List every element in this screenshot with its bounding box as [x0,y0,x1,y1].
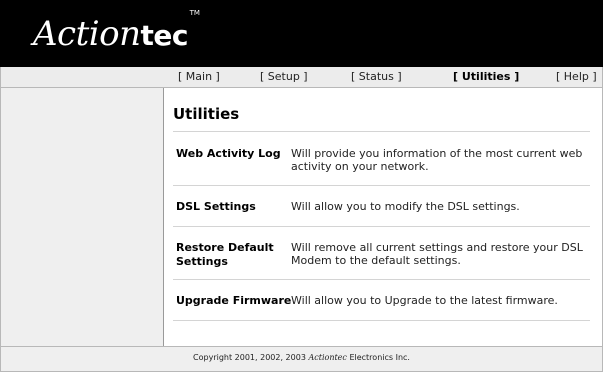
divider [173,131,590,132]
copyright-prefix: Copyright 2001, 2002, 2003 [193,353,309,362]
divider [173,226,590,227]
logo-script-text: Action [33,14,141,54]
restore-default-settings-link[interactable]: Restore Default Settings [176,241,288,269]
dsl-settings-link[interactable]: DSL Settings [176,200,288,214]
divider [173,279,590,280]
copyright-text: Copyright 2001, 2002, 2003 Actiontec Ele… [1,353,602,362]
actiontec-logo: Actiontec TM [33,9,200,54]
web-activity-log-description: Will provide you information of the most… [291,147,583,173]
copyright-brand: Actiontec [308,353,347,362]
restore-default-settings-description: Will remove all current settings and res… [291,241,583,267]
dsl-settings-description: Will allow you to modify the DSL setting… [291,200,520,213]
web-activity-log-link[interactable]: Web Activity Log [176,147,288,161]
upgrade-firmware-description: Will allow you to Upgrade to the latest … [291,294,558,307]
nav-setup-link[interactable]: [ Setup ] [260,70,308,83]
nav-status-link[interactable]: [ Status ] [351,70,402,83]
divider [173,185,590,186]
footer: Copyright 2001, 2002, 2003 Actiontec Ele… [0,346,603,372]
main-content: Utilities Web Activity Log Will provide … [163,88,601,346]
logo-trademark: TM [189,9,200,17]
left-sidebar [0,88,164,346]
upgrade-firmware-link[interactable]: Upgrade Firmware [176,294,296,308]
nav-help-link[interactable]: [ Help ] [556,70,597,83]
header-bar: Actiontec TM [0,0,603,67]
page-title: Utilities [173,105,240,123]
top-nav: [ Main ] [ Setup ] [ Status ] [ Utilitie… [0,67,603,88]
nav-utilities-link[interactable]: [ Utilities ] [453,70,519,83]
logo-bold-text: tec [140,19,189,52]
copyright-suffix: Electronics Inc. [346,353,410,362]
nav-main-link[interactable]: [ Main ] [178,70,220,83]
divider [173,320,590,321]
